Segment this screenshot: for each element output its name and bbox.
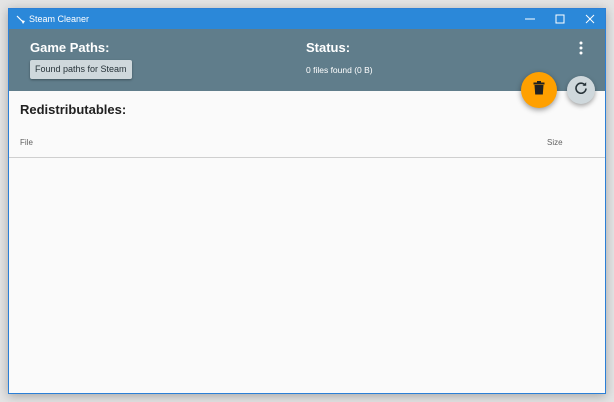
broom-icon: [15, 13, 27, 25]
column-header-file[interactable]: File: [20, 138, 33, 148]
minimize-icon: [525, 14, 535, 24]
trash-icon: [533, 80, 545, 100]
refresh-button[interactable]: [567, 76, 595, 104]
refresh-icon: [574, 81, 588, 100]
game-paths-label: Game Paths:: [30, 40, 110, 55]
app-window: Steam Cleaner Game Paths: Found paths fo…: [8, 8, 606, 394]
app-header: Game Paths: Found paths for Steam Status…: [9, 29, 605, 91]
close-icon: [585, 14, 595, 24]
minimize-button[interactable]: [515, 9, 545, 29]
window-title: Steam Cleaner: [29, 14, 90, 24]
column-header-size[interactable]: Size: [547, 138, 563, 148]
more-vertical-icon[interactable]: [576, 40, 586, 56]
delete-button[interactable]: [521, 72, 557, 108]
found-paths-button[interactable]: Found paths for Steam: [30, 60, 132, 79]
maximize-icon: [555, 14, 565, 24]
title-bar[interactable]: Steam Cleaner: [9, 9, 605, 29]
close-button[interactable]: [575, 9, 605, 29]
maximize-button[interactable]: [545, 9, 575, 29]
redistributables-title: Redistributables:: [20, 102, 127, 117]
status-text: 0 files found (0 B): [306, 65, 373, 75]
status-label: Status:: [306, 40, 351, 55]
redistributables-list: [9, 158, 605, 393]
